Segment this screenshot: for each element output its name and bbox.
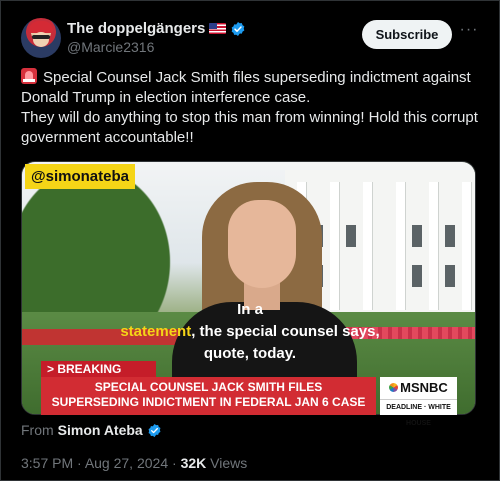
house-window [412,265,422,287]
house-column [396,182,405,310]
house-column [462,182,471,310]
video-captions: In a statement, the special counsel says… [1,299,499,365]
tweet-card: The doppelgängers @Marcie2316 Subscribe … [0,0,500,481]
news-headline: SPECIAL COUNSEL JACK SMITH FILES SUPERSE… [41,377,376,415]
caption-rest: , the special counsel says, [191,323,380,340]
from-label: From [21,422,54,438]
siren-icon [21,68,37,84]
reporter-face [228,200,296,288]
show-name: DEADLINE · WHITE HOUSE [380,399,457,427]
verified-badge-icon [232,21,245,36]
house-window [445,265,455,287]
views-count: 32K [180,455,207,471]
house-column [429,182,438,310]
meta-separator: · [168,455,181,471]
subscribe-button[interactable]: Subscribe [362,20,452,49]
more-options-icon[interactable]: ··· [459,22,479,43]
headline-line-2: SUPERSEDING INDICTMENT IN FEDERAL JAN 6 … [51,395,366,409]
video-source: From Simon Ateba [21,422,162,438]
tweet-time[interactable]: 3:57 PM [21,455,73,471]
network-name: MSNBC [400,380,448,395]
tweet-meta: 3:57 PM · Aug 27, 2024 · 32K Views [21,455,247,471]
tweet-date[interactable]: Aug 27, 2024 [85,455,168,471]
author-handle[interactable]: @Marcie2316 [67,39,154,55]
author-display-name[interactable]: The doppelgängers [67,20,205,37]
avatar-glasses [32,35,50,39]
views-label: Views [210,455,248,471]
caption-line-1: In a statement, the special counsel says… [1,299,499,343]
peacock-icon [389,383,399,392]
tweet-line-1-text: Special Counsel Jack Smith files superse… [21,69,471,106]
author-name-row: The doppelgängers [67,20,246,37]
house-window [412,225,422,247]
headline-line-1: SPECIAL COUNSEL JACK SMITH FILES [94,380,323,394]
tweet-line-1: Special Counsel Jack Smith files superse… [21,68,483,108]
house-column [330,182,339,310]
caption-highlight: statement [120,323,192,340]
network-logo: MSNBC [380,377,457,399]
house-window [346,225,356,247]
verified-badge-icon [148,423,161,437]
author-avatar[interactable] [21,18,61,58]
source-name[interactable]: Simon Ateba [58,422,143,438]
breaking-news-label: > BREAKING NEWS [41,361,156,389]
caption-prefix: In a [237,301,263,318]
house-window [445,225,455,247]
us-flag-icon [209,23,227,34]
video-channel-tag: @simonateba [25,164,135,189]
meta-separator: · [73,455,85,471]
tweet-text: Special Counsel Jack Smith files superse… [21,68,483,148]
house-column [363,182,372,310]
tweet-line-2: They will do anything to stop this man f… [21,109,478,146]
